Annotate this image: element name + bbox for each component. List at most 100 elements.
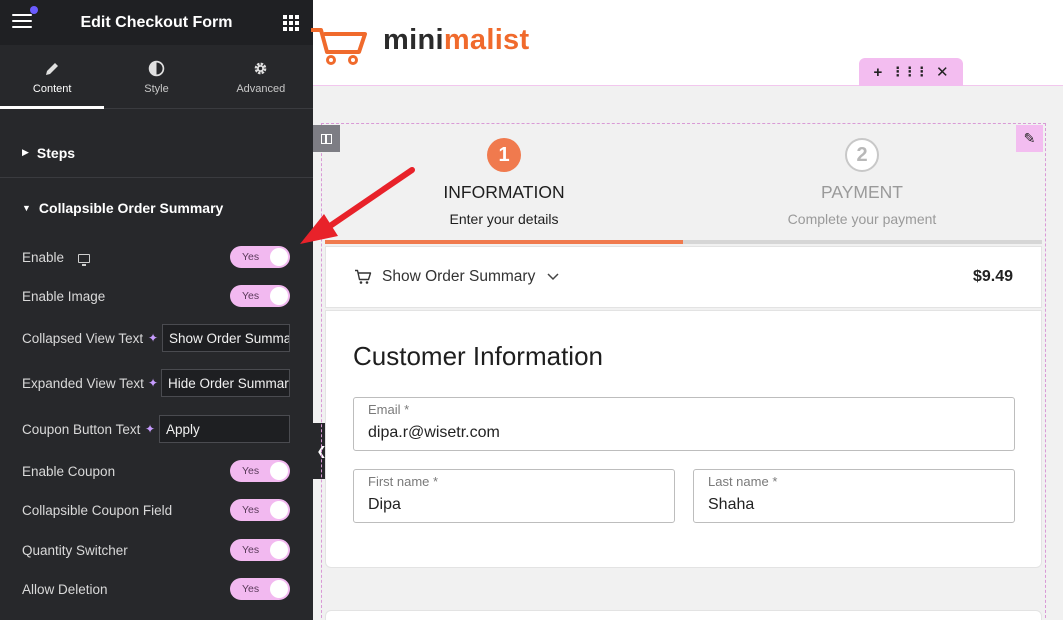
control-label: Enable Image xyxy=(22,288,106,304)
editor-panel: Edit Checkout Form Content Style Advance… xyxy=(0,0,313,620)
enable-coupon-toggle[interactable]: Yes xyxy=(230,460,290,482)
control-label: Enable Coupon xyxy=(22,463,116,479)
control-enable: Enable Yes xyxy=(0,242,313,272)
toggle-knob xyxy=(270,580,288,598)
section-toolbar: + ⋮⋮⋮ ✕ xyxy=(859,58,963,86)
last-name-field[interactable]: Last name * Shaha xyxy=(693,469,1015,523)
collapsible-coupon-toggle[interactable]: Yes xyxy=(230,499,290,521)
ai-sparkle-icon[interactable]: ✦ xyxy=(148,376,158,390)
control-label: Collapsible Coupon Field xyxy=(22,502,173,518)
control-coupon-button-text: Coupon Button Text ✦ Apply xyxy=(0,414,313,444)
add-section-icon[interactable]: + xyxy=(873,64,882,81)
tab-advanced[interactable]: Advanced xyxy=(209,45,313,108)
drag-handle-icon[interactable]: ⋮⋮⋮ xyxy=(891,64,928,80)
toggle-knob xyxy=(270,248,288,266)
section-steps[interactable]: ▶ Steps xyxy=(0,128,313,178)
first-name-field[interactable]: First name * Dipa xyxy=(353,469,675,523)
control-label: Expanded View Text xyxy=(22,375,144,391)
step-title: PAYMENT xyxy=(821,182,903,202)
control-label: Enable xyxy=(22,249,65,265)
cart-logo-icon xyxy=(311,28,367,65)
coupon-button-text-input[interactable]: Apply xyxy=(159,415,290,443)
enable-toggle[interactable]: Yes xyxy=(230,246,290,268)
tab-advanced-label: Advanced xyxy=(236,82,286,95)
hamburger-menu-icon[interactable] xyxy=(12,14,32,30)
chevron-down-icon xyxy=(547,270,559,284)
first-name-value: Dipa xyxy=(368,496,401,513)
step-title: INFORMATION xyxy=(443,182,565,202)
toggle-text: Yes xyxy=(242,465,260,477)
tab-content-label: Content xyxy=(32,82,72,95)
cart-icon xyxy=(355,269,372,284)
control-collapsible-coupon-field: Collapsible Coupon Field Yes xyxy=(0,495,313,525)
step-information[interactable]: 1 INFORMATION Enter your details xyxy=(325,126,683,244)
email-field[interactable]: Email * dipa.r@wisetr.com xyxy=(353,397,1015,451)
ai-sparkle-icon[interactable]: ✦ xyxy=(145,422,155,436)
control-label: Collapsed View Text xyxy=(22,330,144,346)
contrast-icon xyxy=(148,59,165,79)
quantity-switcher-toggle[interactable]: Yes xyxy=(230,539,290,561)
step-payment[interactable]: 2 PAYMENT Complete your payment xyxy=(683,126,1041,244)
control-label: Coupon Button Text xyxy=(22,421,141,437)
logo-text-part2: malist xyxy=(443,24,530,56)
enable-image-toggle[interactable]: Yes xyxy=(230,285,290,307)
control-expanded-view-text: Expanded View Text ✦ Hide Order Summary xyxy=(0,368,313,398)
step-progress-inactive xyxy=(683,240,1042,244)
control-quantity-switcher: Quantity Switcher Yes xyxy=(0,535,313,565)
allow-deletion-toggle[interactable]: Yes xyxy=(230,578,290,600)
step-number: 1 xyxy=(487,138,521,172)
checkout-steps: 1 INFORMATION Enter your details 2 PAYME… xyxy=(325,126,1042,244)
close-icon[interactable]: ✕ xyxy=(936,63,949,81)
caret-right-icon: ▶ xyxy=(22,147,29,157)
collapsed-view-text-input[interactable]: Show Order Summary xyxy=(162,324,290,352)
section-collapsible-title: Collapsible Order Summary xyxy=(38,200,224,216)
tab-style-label: Style xyxy=(144,82,169,95)
panel-header: Edit Checkout Form xyxy=(0,0,313,45)
customer-information-card: Customer Information Email * dipa.r@wise… xyxy=(325,310,1042,568)
section-collapsible-order-summary[interactable]: ▼ Collapsible Order Summary xyxy=(0,190,313,226)
email-label: Email * xyxy=(368,402,410,417)
customer-info-title: Customer Information xyxy=(353,341,603,371)
step-subtitle: Enter your details xyxy=(449,211,559,227)
notification-dot xyxy=(30,6,38,14)
panel-title: Edit Checkout Form xyxy=(80,13,233,31)
toggle-text: Yes xyxy=(242,290,260,302)
control-allow-deletion: Allow Deletion Yes xyxy=(0,574,313,604)
toggle-knob xyxy=(270,287,288,305)
order-summary-label: Show Order Summary xyxy=(382,268,536,285)
toggle-text: Yes xyxy=(242,504,260,516)
last-name-value: Shaha xyxy=(708,496,755,513)
email-value: dipa.r@wisetr.com xyxy=(368,424,500,441)
toggle-knob xyxy=(270,501,288,519)
site-header: minimalist + ⋮⋮⋮ ✕ xyxy=(311,0,1063,86)
toggle-knob xyxy=(270,462,288,480)
order-summary-toggle[interactable]: Show Order Summary $9.49 xyxy=(325,246,1042,308)
control-label: Allow Deletion xyxy=(22,581,108,597)
next-card xyxy=(325,610,1042,620)
step-subtitle: Complete your payment xyxy=(787,211,937,227)
last-name-label: Last name * xyxy=(708,474,778,489)
first-name-label: First name * xyxy=(368,474,439,489)
panel-tabs: Content Style Advanced xyxy=(0,45,313,109)
control-enable-coupon: Enable Coupon Yes xyxy=(0,456,313,486)
site-logo[interactable]: minimalist xyxy=(383,24,529,57)
ai-sparkle-icon[interactable]: ✦ xyxy=(148,331,158,345)
step-number: 2 xyxy=(845,138,879,172)
order-total-price: $9.49 xyxy=(972,268,1013,285)
apps-grid-icon[interactable] xyxy=(283,15,299,31)
logo-text-part1: mini xyxy=(383,24,444,56)
gear-icon xyxy=(252,59,269,79)
caret-down-icon: ▼ xyxy=(22,203,31,213)
tab-content[interactable]: Content xyxy=(0,45,105,109)
control-collapsed-view-text: Collapsed View Text ✦ Show Order Summary xyxy=(0,323,313,353)
toggle-text: Yes xyxy=(242,251,260,263)
section-steps-title: Steps xyxy=(36,144,76,161)
desktop-icon[interactable] xyxy=(78,253,91,266)
toggle-text: Yes xyxy=(242,544,260,556)
tab-style[interactable]: Style xyxy=(104,45,208,108)
expanded-view-text-input[interactable]: Hide Order Summary xyxy=(161,369,290,397)
step-progress-active xyxy=(325,240,683,244)
toggle-text: Yes xyxy=(242,583,260,595)
toggle-knob xyxy=(270,541,288,559)
control-enable-image: Enable Image Yes xyxy=(0,281,313,311)
